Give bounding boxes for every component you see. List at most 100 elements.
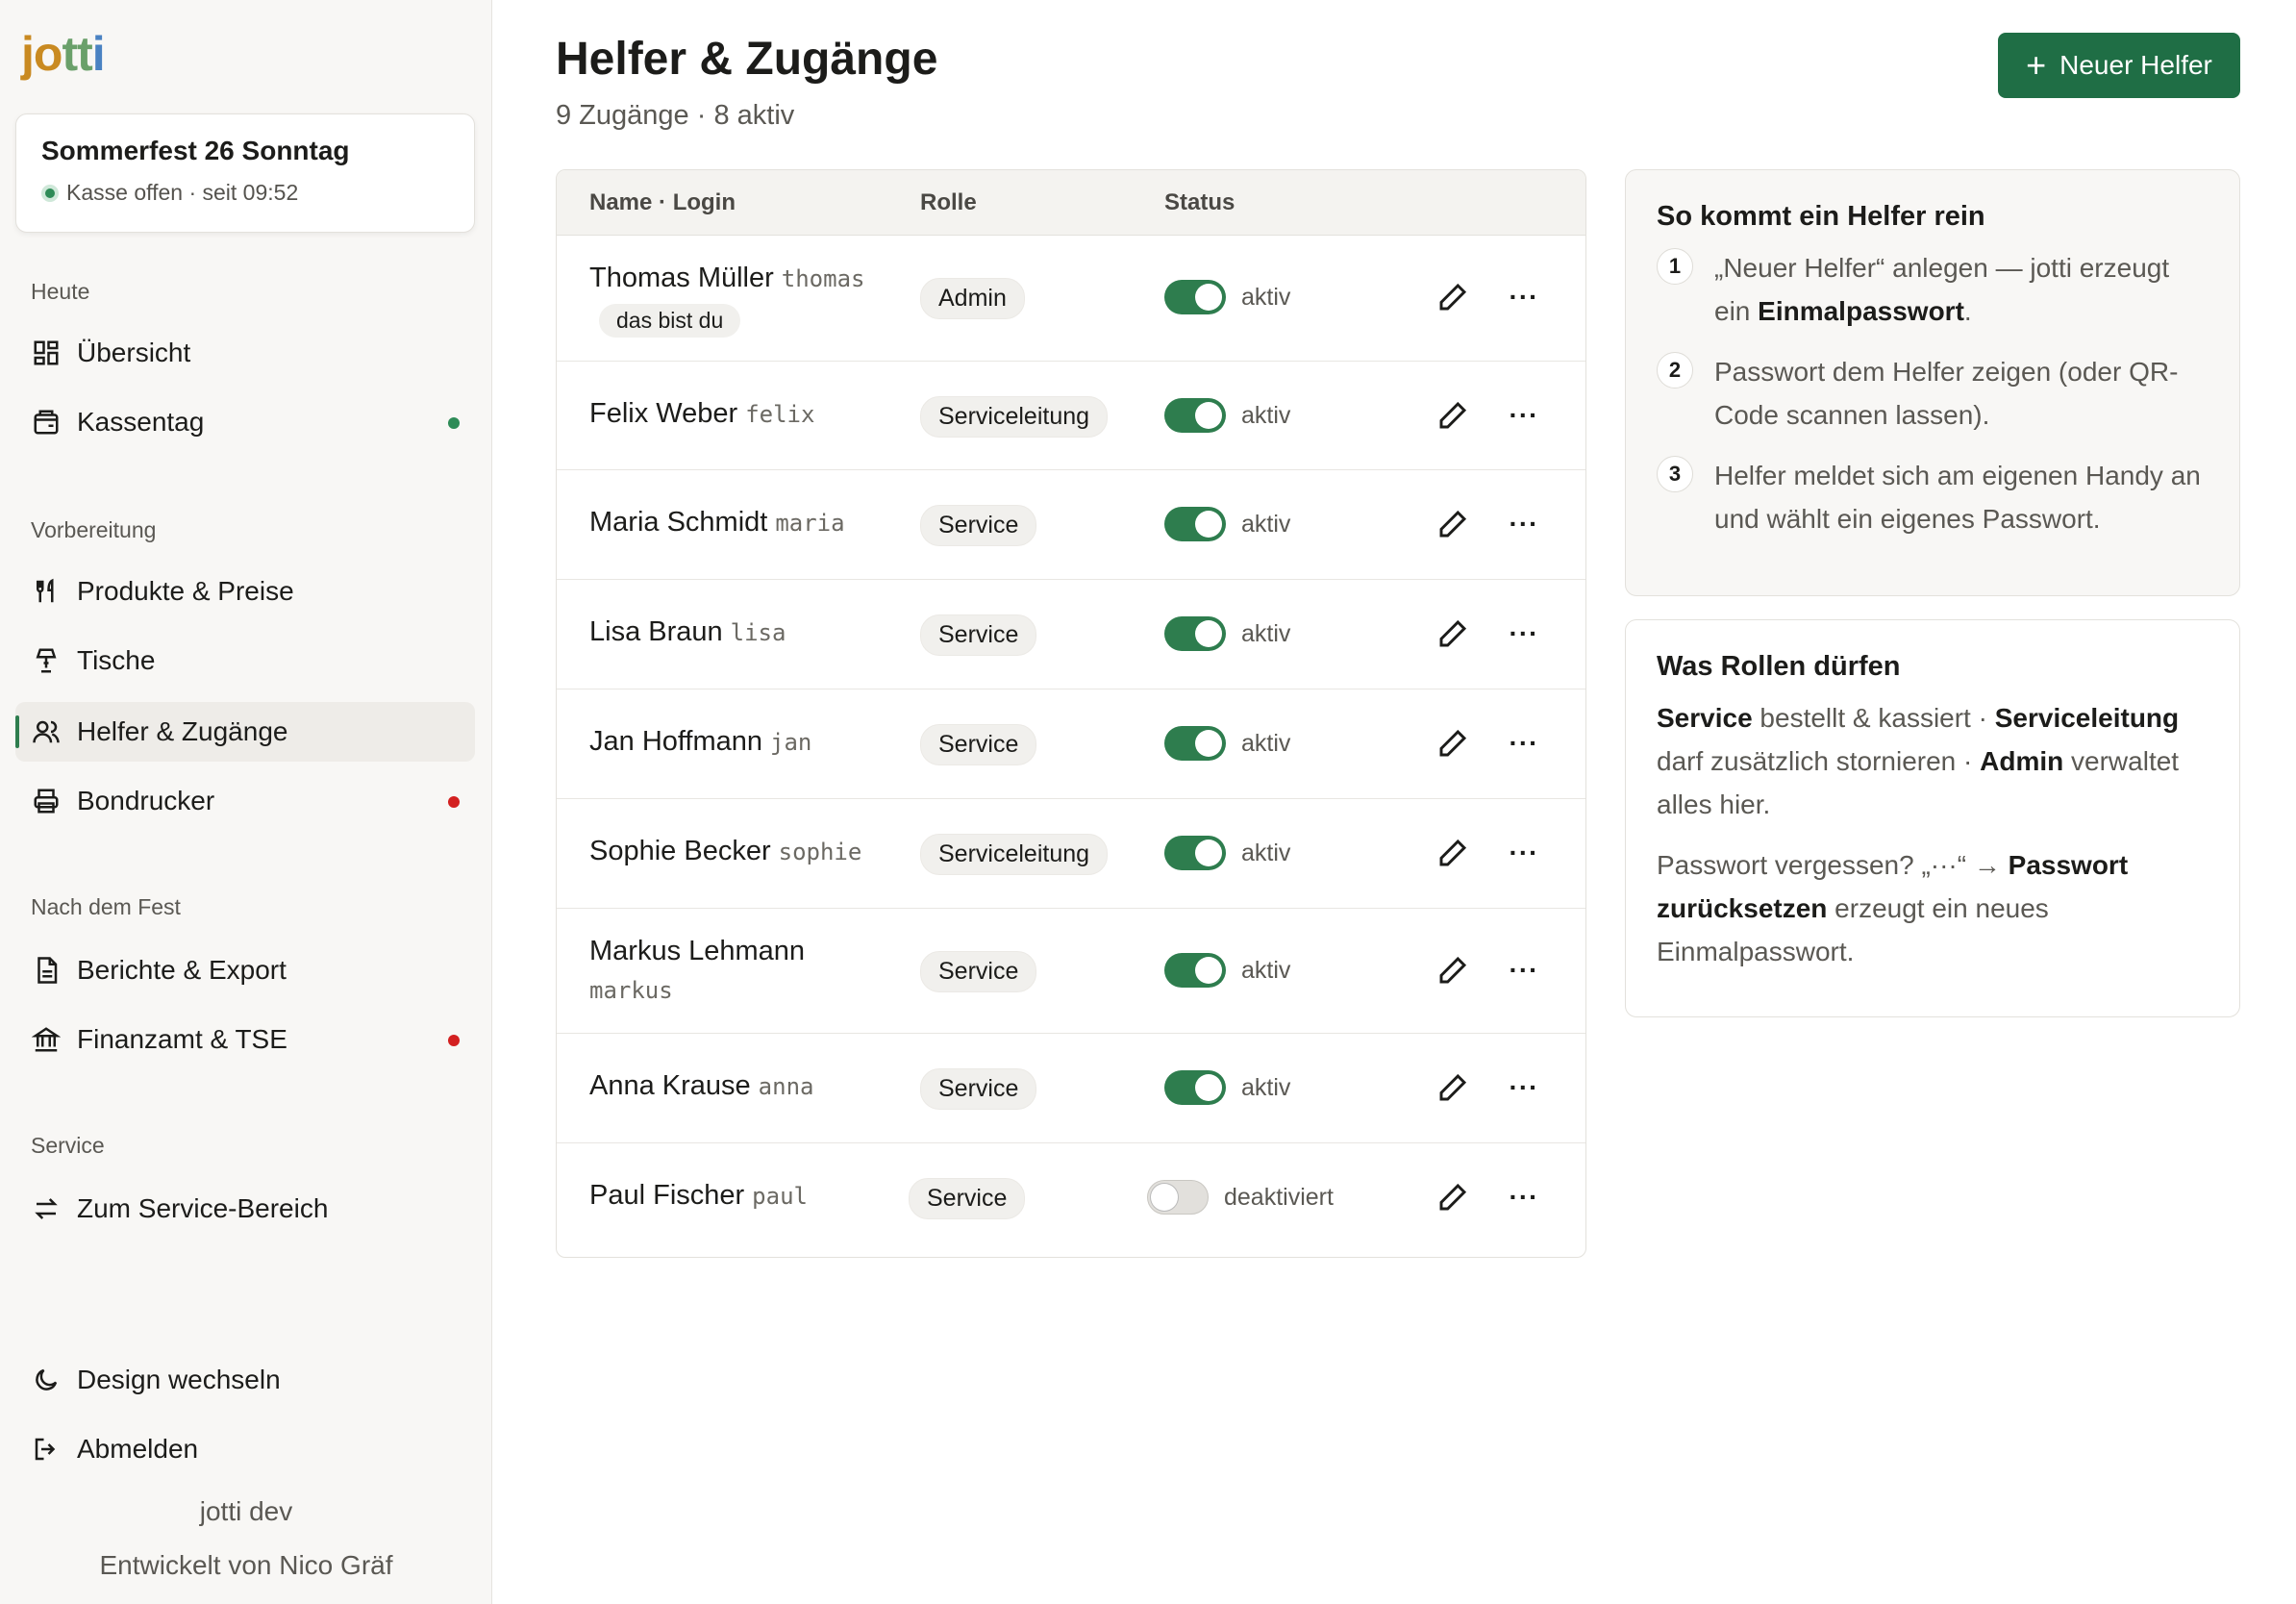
event-status-text: Kasse offen · seit 09:52 [66,180,299,205]
status-toggle[interactable] [1164,726,1226,761]
more-icon[interactable]: ··· [1505,505,1543,543]
new-helper-button[interactable]: + Neuer Helfer [1998,33,2240,98]
jotti-logo[interactable]: jotti [21,23,106,85]
status-text: aktiv [1241,840,1291,866]
pencil-icon[interactable] [1434,396,1472,435]
nav-section-service: Service [31,1133,105,1158]
help-card-title: So kommt ein Helfer rein [1657,201,1985,232]
help-step: 2 Passwort dem Helfer zeigen (oder QR-Co… [1657,350,2209,437]
nav-section-after: Nach dem Fest [31,894,181,919]
column-header-status: Status [1164,189,1235,215]
alert-dot-icon [448,1035,460,1046]
table-icon [31,645,62,676]
roles-card: Was Rollen dürfen Service bestellt & kas… [1625,619,2240,1017]
sidebar-item-produkte[interactable]: Produkte & Preise [15,562,475,621]
more-icon[interactable]: ··· [1505,278,1543,316]
more-icon[interactable]: ··· [1505,834,1543,872]
role-badge: Service [920,1068,1037,1110]
status-toggle[interactable] [1164,280,1226,314]
roles-card-title: Was Rollen dürfen [1657,651,1901,682]
status-text: deaktiviert [1224,1184,1334,1211]
role-text: darf zusätzlich stornieren · [1657,746,1981,776]
more-icon[interactable]: ··· [1505,1068,1543,1107]
step-number: 1 [1657,248,1693,285]
sidebar-item-uebersicht[interactable]: Übersicht [15,323,475,383]
logout-button[interactable]: Abmelden [15,1419,475,1479]
helper-name-cell: Jan Hoffmann jan [589,726,811,758]
credit-label: Entwickelt von Nico Gräf [99,1550,393,1580]
sidebar-item-bondrucker[interactable]: Bondrucker [15,771,475,831]
helper-name-cell: Markus Lehmann markus [589,936,805,1004]
pencil-icon[interactable] [1434,278,1472,316]
event-card[interactable]: Sommerfest 26 Sonntag Kasse offen · seit… [15,113,475,233]
sidebar-item-label: Kassentag [77,407,205,437]
status-toggle[interactable] [1164,1070,1226,1105]
status-toggle[interactable] [1164,616,1226,651]
roles-description: Service bestellt & kassiert · Servicelei… [1657,696,2209,826]
cutlery-icon [31,576,62,607]
helper-name: Sophie Becker [589,836,771,866]
role-name: Service [1657,703,1753,733]
role-name: Serviceleitung [1994,703,2180,733]
design-toggle-label: Design wechseln [77,1365,281,1394]
logo-part: jo [21,27,62,81]
sidebar-item-helfer[interactable]: Helfer & Zugänge [15,702,475,762]
helper-login: jan [770,729,812,756]
more-icon[interactable]: ··· [1505,614,1543,653]
pencil-icon[interactable] [1434,724,1472,763]
document-icon [31,955,62,986]
sidebar-item-label: Berichte & Export [77,955,287,985]
helper-name-cell: Sophie Becker sophie [589,836,861,867]
status-toggle[interactable] [1164,507,1226,541]
status-text: aktiv [1241,1074,1291,1101]
version-label: jotti dev [199,1496,293,1526]
helper-name-cell: Paul Fischer paul [589,1180,808,1212]
status-toggle[interactable] [1164,953,1226,988]
status-toggle[interactable] [1164,836,1226,870]
hint-text: Passwort vergessen? „···“ → [1657,850,2009,880]
status-toggle[interactable] [1147,1180,1209,1215]
table-row: Lisa Braun lisa Service aktiv ··· [557,580,1585,689]
column-header-name: Name · Login [589,189,736,215]
more-icon[interactable]: ··· [1505,1178,1543,1216]
more-icon[interactable]: ··· [1505,724,1543,763]
role-text: bestellt & kassiert · [1752,703,1995,733]
pencil-icon[interactable] [1434,1068,1472,1107]
logo-part: i [91,27,106,81]
column-header-role: Rolle [920,189,977,215]
sidebar-item-service-bereich[interactable]: Zum Service-Bereich [15,1179,475,1239]
status-text: aktiv [1241,957,1291,984]
pencil-icon[interactable] [1434,1178,1472,1216]
more-icon[interactable]: ··· [1505,951,1543,990]
pencil-icon[interactable] [1434,614,1472,653]
step-text-part: . [1963,296,1972,326]
more-icon[interactable]: ··· [1505,396,1543,435]
step-text-bold: Einmalpasswort [1758,296,1964,326]
helpers-table: Name · Login Rolle Status Thomas Müller t… [556,169,1586,1258]
nav-section-today: Heute [31,279,90,304]
switch-icon [31,1193,62,1224]
helper-name: Felix Weber [589,398,738,429]
sidebar-item-finanzamt[interactable]: Finanzamt & TSE [15,1010,475,1069]
design-toggle-button[interactable]: Design wechseln [15,1350,475,1410]
status-toggle[interactable] [1164,398,1226,433]
helper-login: thomas [781,265,865,292]
pencil-icon[interactable] [1434,951,1472,990]
table-row: Paul Fischer paul Service deaktiviert ··· [557,1143,1585,1253]
helper-login: lisa [730,619,786,646]
helper-name: Maria Schmidt [589,507,768,538]
password-reset-hint: Passwort vergessen? „···“ → Passwort zur… [1657,843,2209,973]
status-text: aktiv [1241,730,1291,757]
pencil-icon[interactable] [1434,505,1472,543]
role-badge: Service [920,505,1037,546]
help-step: 3 Helfer meldet sich am eigenen Handy an… [1657,454,2209,540]
sidebar-item-kassentag[interactable]: Kassentag [15,392,475,452]
grid-icon [31,338,62,368]
helper-name-cell: Felix Weber felix [589,398,814,430]
moon-icon [31,1365,62,1395]
sidebar-item-tische[interactable]: Tische [15,631,475,690]
pencil-icon[interactable] [1434,834,1472,872]
sidebar-item-berichte[interactable]: Berichte & Export [15,940,475,1000]
table-row: Anna Krause anna Service aktiv ··· [557,1034,1585,1143]
event-status: Kasse offen · seit 09:52 [41,180,449,206]
